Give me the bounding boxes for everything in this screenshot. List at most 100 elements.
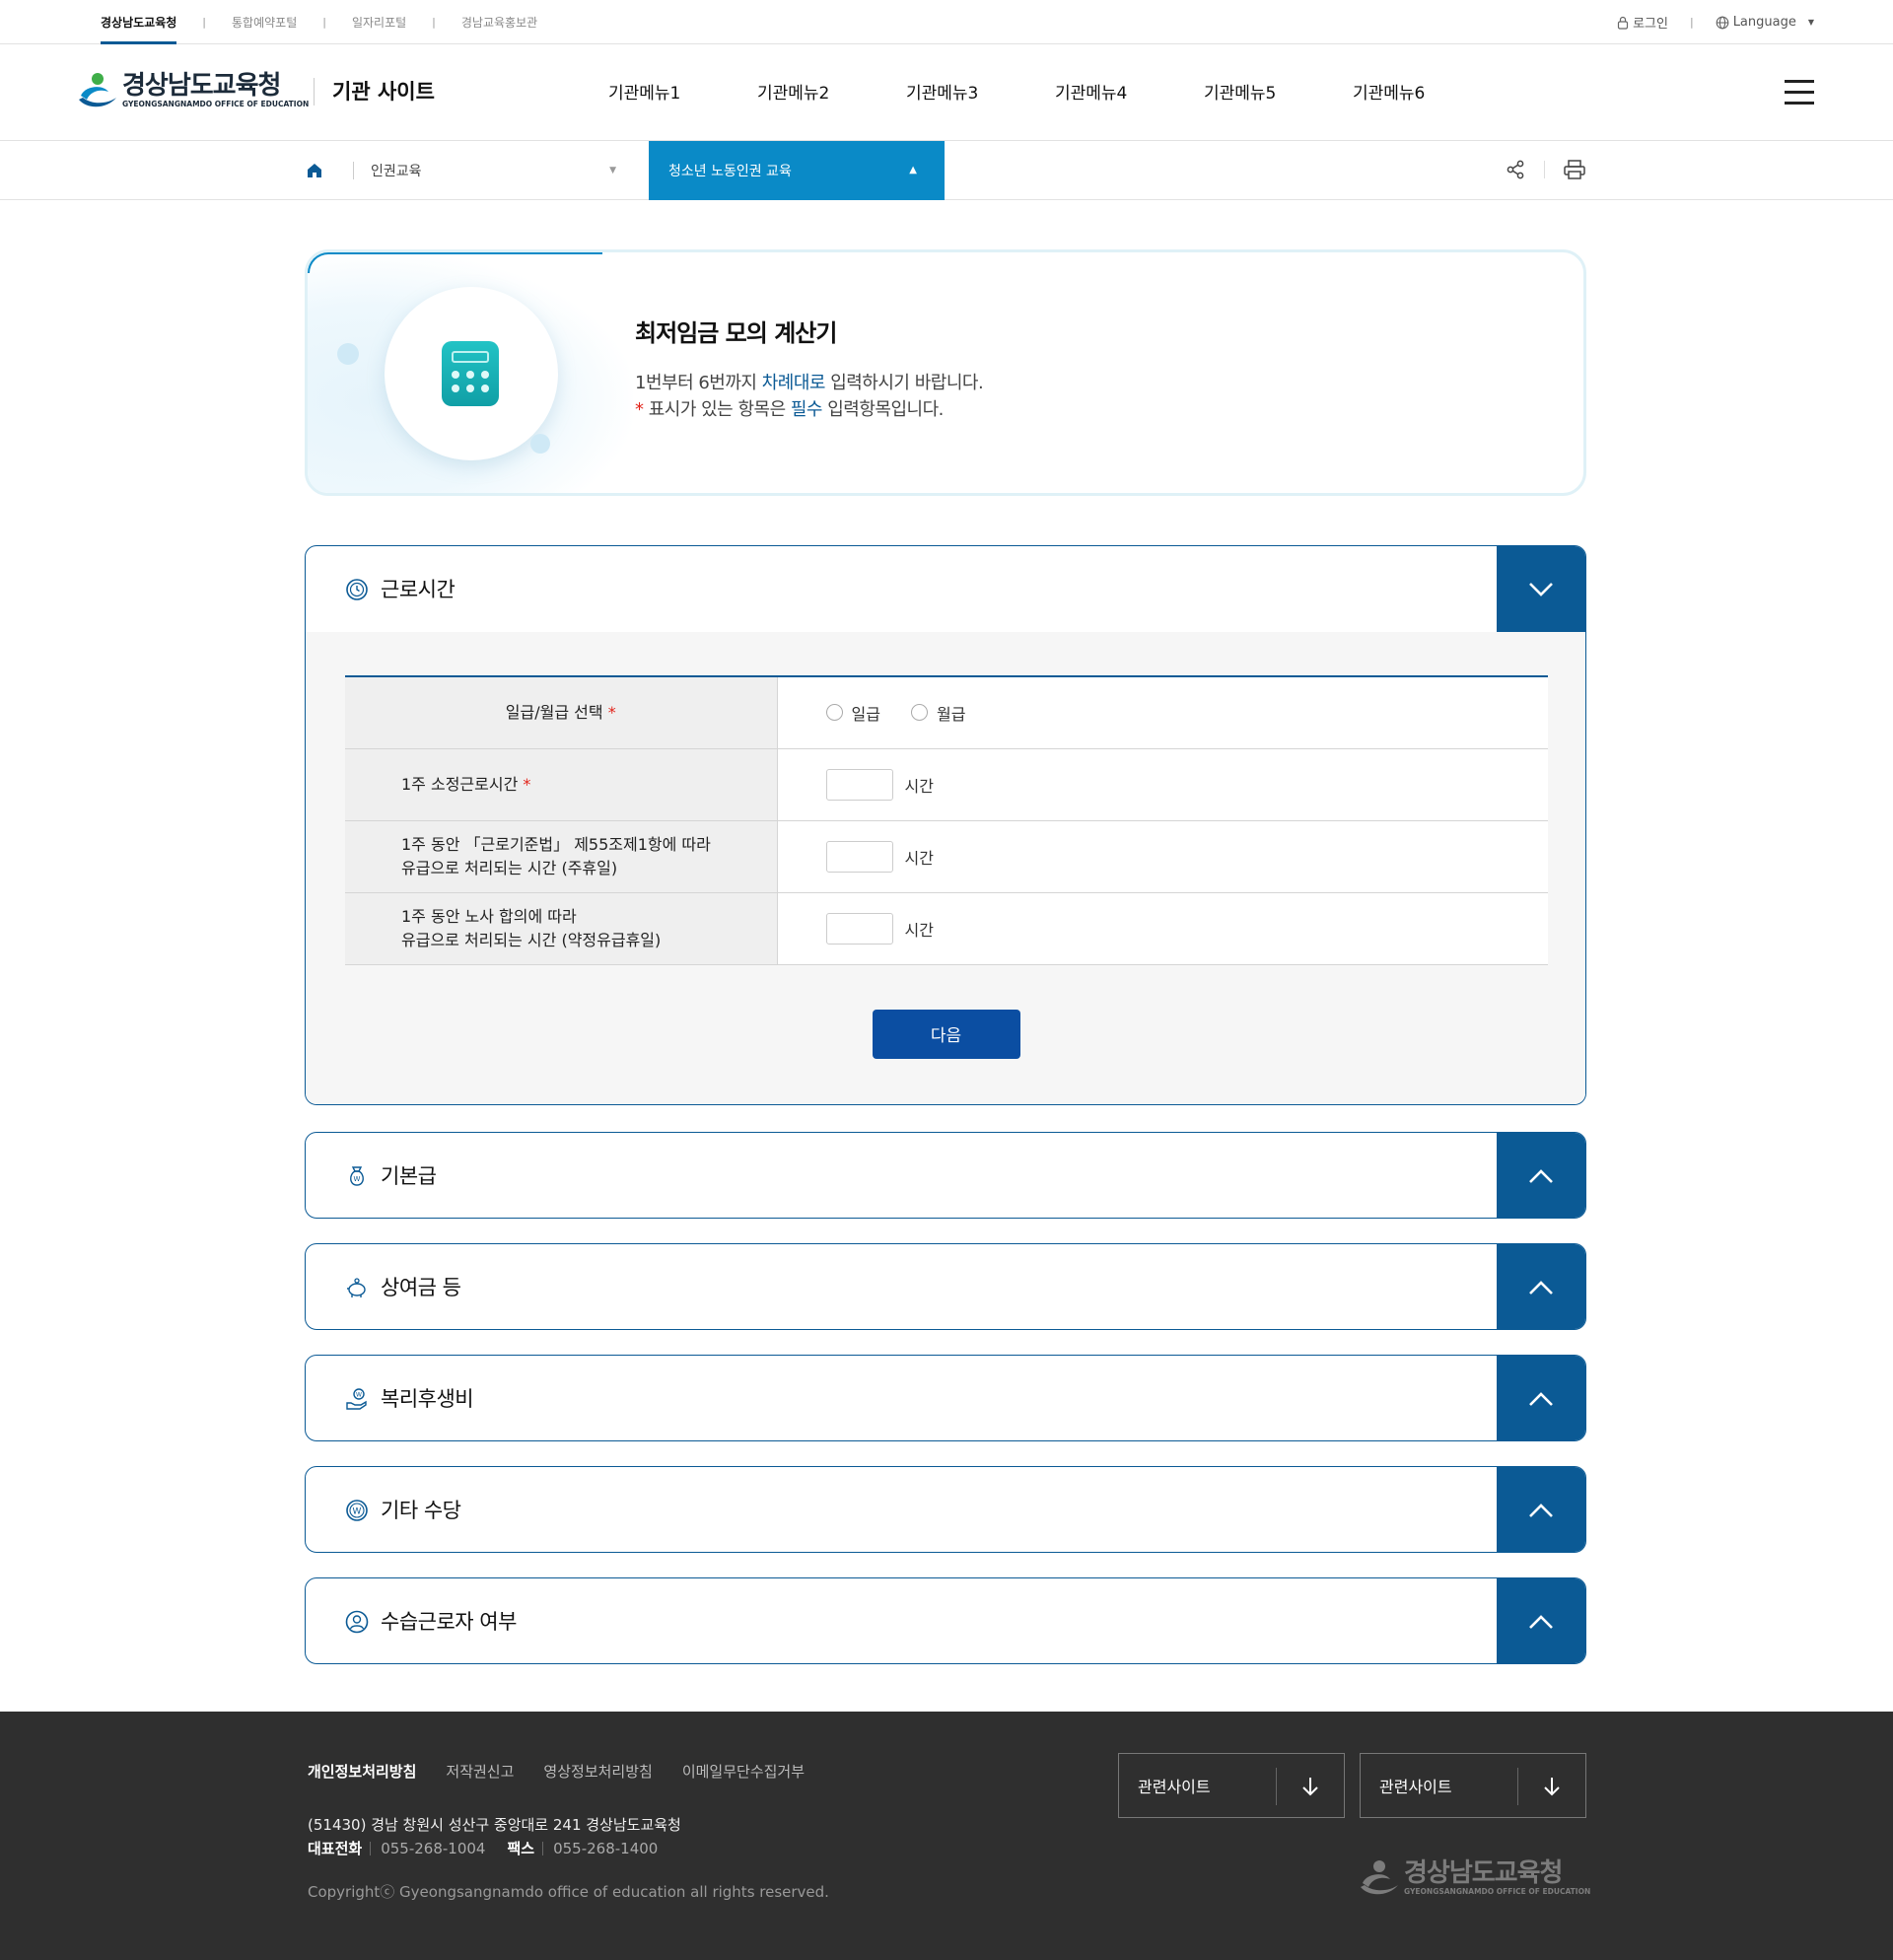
accordion-work-hours: 근로시간 일급/월급 선택 * 일급 월급 1주 소정근로시간 * 시간 1주 … <box>305 545 1586 1105</box>
footer-logo-text-en: GYEONGSANGNAMDO OFFICE OF EDUCATION <box>1404 1886 1591 1896</box>
caret-up-icon: ▲ <box>909 165 917 175</box>
family-site-link-jobs[interactable]: 일자리포털 <box>352 0 406 44</box>
accordion-header[interactable]: 상여금 등 <box>306 1244 1585 1329</box>
next-button[interactable]: 다음 <box>872 1009 1020 1059</box>
family-site-link-pr[interactable]: 경남교육홍보관 <box>461 0 537 44</box>
related-site-label: 관련사이트 <box>1379 1778 1452 1796</box>
footer-address: (51430) 경남 창원시 성산구 중앙대로 241 경상남도교육청 <box>308 1816 681 1834</box>
accordion-toggle[interactable] <box>1497 1356 1585 1440</box>
weekly-holiday-hours-input[interactable] <box>825 840 893 873</box>
arrow-down-icon <box>1544 1778 1560 1796</box>
email-refusal-link[interactable]: 이메일무단수집거부 <box>682 1761 805 1782</box>
accordion-header[interactable]: 근로시간 <box>306 546 1585 632</box>
gnb-menu-2[interactable]: 기관메뉴2 <box>757 79 906 104</box>
agreed-holiday-label: 1주 동안 노사 합의에 따라 유급으로 처리되는 시간 (약정유급휴일) <box>345 892 778 965</box>
page-title: 최저임금 모의 계산기 <box>635 319 837 347</box>
work-hours-form: 일급/월급 선택 * 일급 월급 1주 소정근로시간 * 시간 1주 동안 「근… <box>345 675 1548 965</box>
language-label: Language <box>1732 15 1796 30</box>
radio-circle[interactable] <box>911 704 929 721</box>
site-header: 경상남도교육청 GYEONGSANGNAMDO OFFICE OF EDUCAT… <box>0 44 1893 141</box>
globe-icon <box>1716 16 1729 29</box>
arrow-down-icon <box>1302 1778 1318 1796</box>
money-bag-icon: W <box>350 1166 364 1186</box>
location-depth2-label: 청소년 노동인권 교육 <box>668 164 792 179</box>
piggy-bank-icon <box>347 1278 366 1297</box>
page-tools <box>1505 159 1586 180</box>
logo-text-ko: 경상남도교육청 <box>122 70 281 101</box>
radio-monthly[interactable]: 월급 <box>911 701 966 725</box>
accordion-header[interactable]: W 복리후생비 <box>306 1356 1585 1440</box>
accordion-title: 복리후생비 <box>381 1387 474 1411</box>
accordion-toggle[interactable] <box>1497 1133 1585 1218</box>
tel-number: 055-268-1004 <box>381 1839 486 1857</box>
footer-logo: 경상남도교육청 GYEONGSANGNAMDO OFFICE OF EDUCAT… <box>1359 1857 1590 1897</box>
privacy-policy-link[interactable]: 개인정보처리방침 <box>308 1761 416 1782</box>
gnb-menu-1[interactable]: 기관메뉴1 <box>608 79 757 104</box>
gnb-menu-3[interactable]: 기관메뉴3 <box>906 79 1055 104</box>
cctv-policy-link[interactable]: 영상정보처리방침 <box>543 1761 652 1782</box>
location-bar: 인권교육 ▼ 청소년 노동인권 교육 ▲ <box>0 141 1893 200</box>
language-select[interactable]: Language ▼ <box>1716 15 1814 30</box>
unit-label: 시간 <box>904 920 934 940</box>
accordion-title: 근로시간 <box>381 578 456 601</box>
location-depth2-select[interactable]: 청소년 노동인권 교육 ▲ <box>649 141 945 200</box>
table-row: 일급/월급 선택 * 일급 월급 <box>345 676 1548 749</box>
copyright-report-link[interactable]: 저작권신고 <box>446 1761 514 1782</box>
radio-daily[interactable]: 일급 <box>825 701 880 725</box>
clock-icon <box>346 579 368 600</box>
accordion-header[interactable]: 수습근로자 여부 <box>306 1578 1585 1663</box>
family-site-link-reservation[interactable]: 통합예약포털 <box>232 0 297 44</box>
gnb-menu-5[interactable]: 기관메뉴5 <box>1204 79 1353 104</box>
decorative-dot <box>530 434 550 454</box>
caret-down-icon: ▼ <box>609 166 616 175</box>
divider: | <box>1689 16 1694 29</box>
accordion-toggle[interactable] <box>1497 1578 1585 1663</box>
radio-circle[interactable] <box>825 704 843 721</box>
agreed-holiday-hours-input[interactable] <box>825 912 893 945</box>
utility-menu: 로그인 | Language ▼ <box>1617 0 1814 44</box>
accordion-title: 기타 수당 <box>381 1499 461 1522</box>
accordion-toggle[interactable] <box>1497 1244 1585 1329</box>
footer-links: 개인정보처리방침 저작권신고 영상정보처리방침 이메일무단수집거부 <box>308 1761 834 1782</box>
weekly-hours-input[interactable] <box>825 768 893 801</box>
divider <box>1544 161 1545 178</box>
home-icon[interactable] <box>305 161 324 180</box>
accordion-toggle[interactable] <box>1497 546 1585 632</box>
site-footer: 개인정보처리방침 저작권신고 영상정보처리방침 이메일무단수집거부 (51430… <box>0 1712 1893 1960</box>
accordion-header[interactable]: W 기본급 <box>306 1133 1585 1218</box>
chevron-down-icon <box>1529 582 1553 596</box>
accordion-other-allowance: W 기타 수당 <box>305 1466 1586 1553</box>
tel-label: 대표전화 <box>308 1840 363 1857</box>
login-link[interactable]: 로그인 <box>1617 13 1668 32</box>
gne-logo-mark-icon <box>79 73 116 107</box>
gnb-menu-4[interactable]: 기관메뉴4 <box>1055 79 1204 104</box>
share-icon[interactable] <box>1505 159 1526 180</box>
location-depth1-select[interactable]: 인권교육 ▼ <box>353 141 626 199</box>
gnb-menu-6[interactable]: 기관메뉴6 <box>1353 79 1502 104</box>
family-site-link-gne[interactable]: 경상남도교육청 <box>101 0 177 44</box>
site-logo[interactable]: 경상남도교육청 GYEONGSANGNAMDO OFFICE OF EDUCAT… <box>77 70 309 109</box>
gne-logo-mark-icon <box>1361 1860 1398 1895</box>
print-icon[interactable] <box>1563 159 1586 180</box>
divider: | <box>202 16 206 29</box>
pay-type-cell: 일급 월급 <box>777 676 1548 749</box>
accordion-welfare: W 복리후생비 <box>305 1355 1586 1441</box>
weekly-holiday-cell: 시간 <box>777 820 1548 893</box>
related-site-select-2[interactable]: 관련사이트 <box>1360 1753 1586 1818</box>
accordion-header[interactable]: W 기타 수당 <box>306 1467 1585 1552</box>
fax-label: 팩스 <box>507 1840 535 1857</box>
chevron-up-icon <box>1529 1391 1553 1406</box>
hamburger-menu-icon[interactable] <box>1785 80 1814 105</box>
related-site-select-1[interactable]: 관련사이트 <box>1118 1753 1345 1818</box>
accordion-basic-pay: W 기본급 <box>305 1132 1586 1219</box>
footer-contact: 대표전화 055-268-1004 팩스 055-268-1400 <box>308 1838 658 1858</box>
fax-number: 055-268-1400 <box>553 1839 659 1857</box>
accordion-title: 상여금 등 <box>381 1276 461 1299</box>
family-site-links: 경상남도교육청 | 통합예약포털 | 일자리포털 | 경남교육홍보관 <box>101 0 537 44</box>
weekly-holiday-label: 1주 동안 「근로기준법」 제55조제1항에 따라 유급으로 처리되는 시간 (주… <box>345 820 778 893</box>
svg-text:W: W <box>353 1507 362 1517</box>
chevron-up-icon <box>1529 1280 1553 1295</box>
pay-type-label: 일급/월급 선택 * <box>345 676 778 749</box>
table-row: 1주 소정근로시간 * 시간 <box>345 748 1548 821</box>
accordion-toggle[interactable] <box>1497 1467 1585 1552</box>
